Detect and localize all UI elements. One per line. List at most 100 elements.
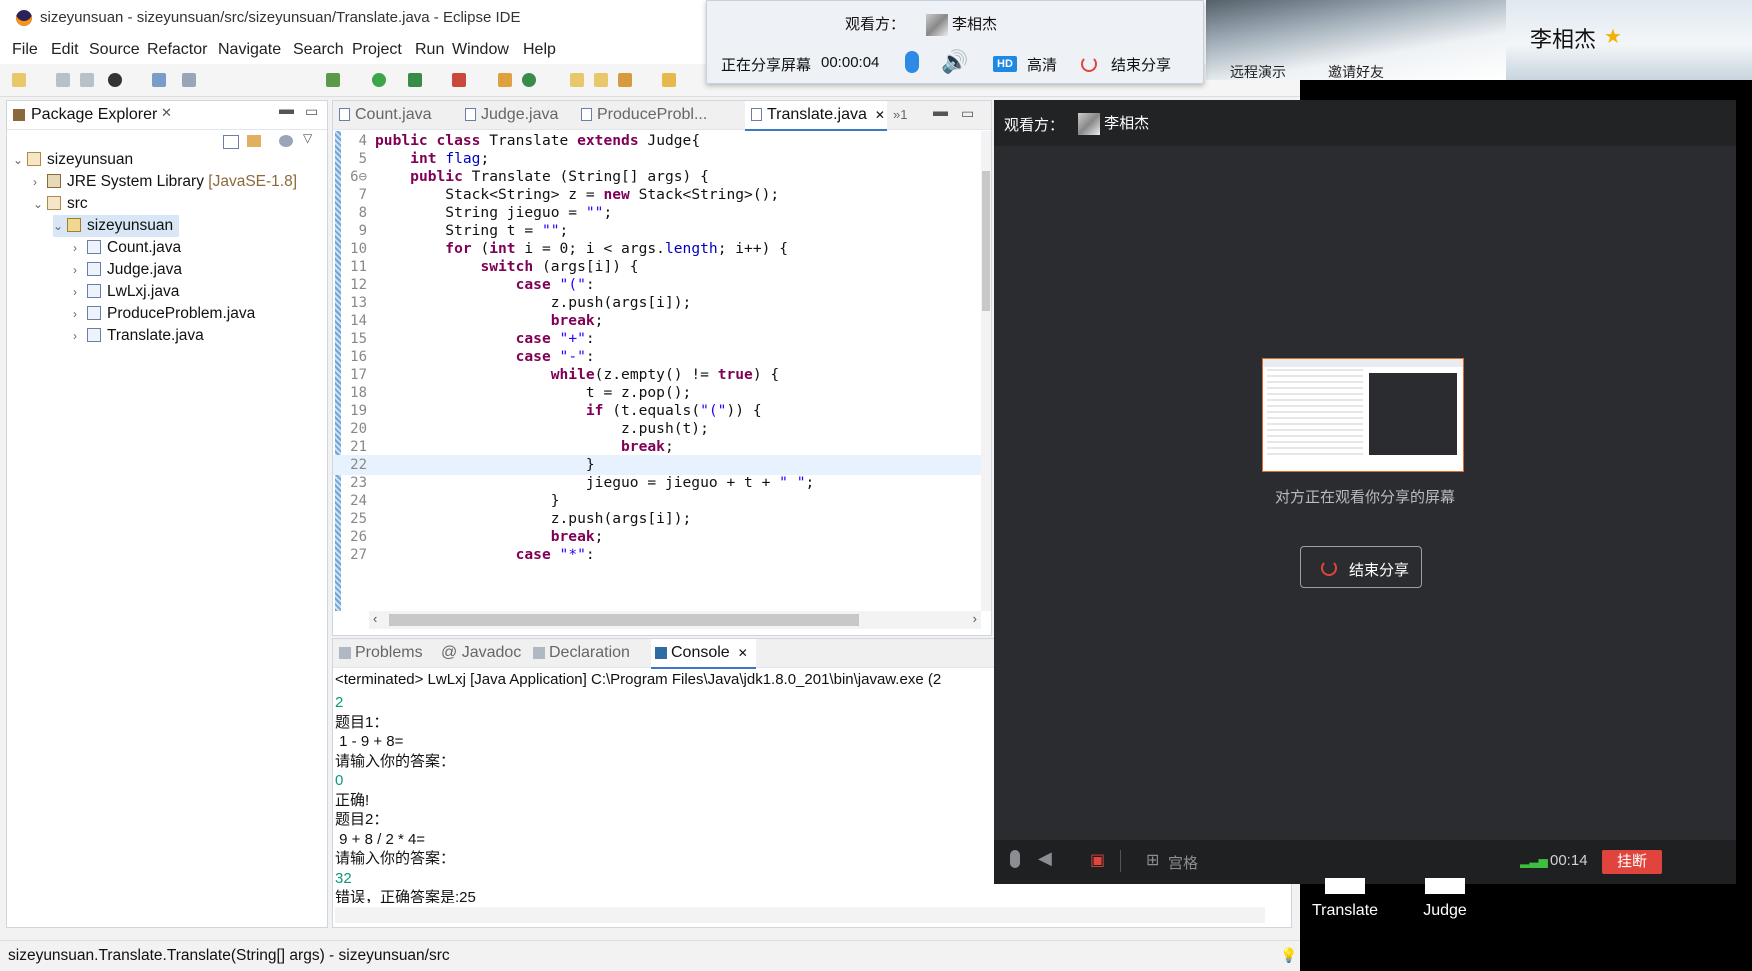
scroll-left-icon[interactable]: ‹ (373, 611, 377, 626)
open-folder-icon[interactable] (594, 73, 608, 87)
lightbulb-icon[interactable]: 💡 (1280, 947, 1297, 964)
speaker-icon[interactable]: 🔊 (941, 49, 968, 75)
code-line[interactable]: 13 z.push(args[i]); (333, 293, 983, 313)
menu-project[interactable]: Project (352, 41, 402, 59)
tab-judge-java[interactable]: Judge.java (459, 101, 581, 129)
profile-icon[interactable] (108, 73, 122, 87)
code-line[interactable]: 12 case "(": (333, 275, 983, 295)
save-all-icon[interactable] (80, 73, 94, 87)
tab-declaration[interactable]: Declaration (529, 639, 630, 667)
chevron-right-icon[interactable]: › (73, 259, 87, 281)
run-config-icon[interactable] (408, 73, 422, 87)
save-icon[interactable] (56, 73, 70, 87)
code-line[interactable]: 17 while(z.empty() != true) { (333, 365, 983, 385)
menu-source[interactable]: Source (89, 41, 140, 59)
remote-demo-label[interactable]: 远程演示 (1230, 62, 1286, 82)
code-line[interactable]: 6⊖ public Translate (String[] args) { (333, 167, 983, 187)
tree-file[interactable]: › Count.java (73, 237, 181, 259)
code-area[interactable]: 4 public class Translate extends Judge{5 … (333, 131, 991, 611)
filter-icon[interactable] (279, 135, 293, 147)
menu-edit[interactable]: Edit (51, 41, 79, 59)
close-icon[interactable]: ✕ (875, 108, 885, 122)
quality-label[interactable]: 高清 (1027, 54, 1057, 75)
close-icon[interactable]: ✕ (738, 646, 748, 660)
new-package-icon[interactable] (498, 73, 512, 87)
code-line[interactable]: 4 public class Translate extends Judge{ (333, 131, 983, 151)
invite-label[interactable]: 邀请好友 (1328, 62, 1384, 82)
tree-package[interactable]: ⌄ sizeyunsuan (53, 215, 180, 237)
grid-icon[interactable]: ⊞ (1146, 850, 1159, 870)
collapse-all-icon[interactable] (223, 135, 239, 149)
minimize-icon[interactable]: ▬ (933, 103, 948, 120)
code-line[interactable]: 23 jieguo = jieguo + t + " "; (333, 473, 983, 493)
menu-file[interactable]: File (12, 41, 38, 59)
chevron-right-icon[interactable]: › (73, 237, 87, 259)
code-line[interactable]: 18 t = z.pop(); (333, 383, 983, 403)
close-icon[interactable]: ✕ (161, 105, 172, 121)
menu-search[interactable]: Search (293, 41, 344, 59)
link-editor-icon[interactable] (247, 135, 261, 147)
tree-file[interactable]: › ProduceProblem.java (73, 303, 255, 325)
tree-file[interactable]: › LwLxj.java (73, 281, 179, 303)
code-line[interactable]: 24 } (333, 491, 983, 511)
code-line[interactable]: 22 } (333, 455, 983, 475)
new-class-icon[interactable] (522, 73, 536, 87)
open-type-icon[interactable] (570, 73, 584, 87)
speaker-icon[interactable]: ◀ (1038, 848, 1052, 869)
code-line[interactable]: 27 case "*": (333, 545, 983, 565)
tab-translate-java[interactable]: Translate.java ✕ (745, 101, 887, 131)
desktop-icon[interactable]: Judge (1400, 878, 1490, 920)
microphone-icon[interactable] (1010, 850, 1020, 868)
run-icon[interactable] (372, 73, 386, 87)
code-line[interactable]: 15 case "+": (333, 329, 983, 349)
scroll-thumb[interactable] (982, 171, 990, 311)
code-line[interactable]: 16 case "-": (333, 347, 983, 367)
toggle-icon[interactable] (152, 73, 166, 87)
menu-refactor[interactable]: Refactor (147, 41, 207, 59)
mark-icon[interactable] (182, 73, 196, 87)
tab-count-java[interactable]: Count.java (333, 101, 463, 129)
tab-produceproblem-java[interactable]: ProduceProbl... (575, 101, 727, 129)
more-tabs-button[interactable]: »1 (889, 101, 907, 129)
tab-problems[interactable]: Problems (335, 639, 423, 667)
new-icon[interactable] (12, 73, 26, 87)
menu-run[interactable]: Run (415, 41, 444, 59)
code-line[interactable]: 20 z.push(t); (333, 419, 983, 439)
grid-label[interactable]: 宫格 (1168, 852, 1198, 873)
menu-window[interactable]: Window (452, 41, 509, 59)
console-horizontal-scrollbar[interactable] (335, 907, 1265, 923)
code-line[interactable]: 19 if (t.equals("(")) { (333, 401, 983, 421)
code-line[interactable]: 25 z.push(args[i]); (333, 509, 983, 529)
maximize-icon[interactable]: ▭ (961, 105, 974, 122)
tree-file[interactable]: › Translate.java (73, 325, 204, 347)
code-line[interactable]: 9 String t = ""; (333, 221, 983, 241)
search-icon[interactable] (618, 73, 632, 87)
chevron-down-icon[interactable]: ⌄ (33, 193, 47, 215)
code-line[interactable]: 5 int flag; (333, 149, 983, 169)
chevron-right-icon[interactable]: › (73, 281, 87, 303)
tree-project[interactable]: ⌄ sizeyunsuan (13, 149, 133, 171)
code-line[interactable]: 10 for (int i = 0; i < args.length; i++)… (333, 239, 983, 259)
code-line[interactable]: 21 break; (333, 437, 983, 457)
scroll-right-icon[interactable]: › (973, 611, 977, 626)
hangup-button[interactable]: 挂断 (1602, 850, 1662, 874)
menu-navigate[interactable]: Navigate (218, 41, 281, 59)
debug-icon[interactable] (326, 73, 340, 87)
microphone-icon[interactable] (905, 51, 919, 73)
tree-src[interactable]: ⌄ src (33, 193, 88, 215)
view-menu-icon[interactable]: ▽ (303, 131, 312, 145)
code-line[interactable]: 7 Stack<String> z = new Stack<String>(); (333, 185, 983, 205)
chevron-down-icon[interactable]: ⌄ (13, 149, 27, 171)
menu-help[interactable]: Help (523, 41, 556, 59)
chevron-right-icon[interactable]: › (73, 325, 87, 347)
horizontal-scrollbar[interactable]: ‹ › (369, 611, 981, 629)
tree-jre[interactable]: › JRE System Library [JavaSE-1.8] (33, 171, 297, 193)
end-share-link[interactable]: 结束分享 (1111, 54, 1171, 75)
code-line[interactable]: 8 String jieguo = ""; (333, 203, 983, 223)
maximize-icon[interactable]: ▭ (305, 103, 318, 120)
tab-javadoc[interactable]: @ Javadoc (437, 639, 521, 667)
scroll-thumb[interactable] (389, 614, 859, 626)
hd-badge[interactable]: HD (993, 56, 1017, 72)
power-icon[interactable] (1081, 56, 1097, 72)
vertical-scrollbar[interactable] (981, 131, 991, 611)
